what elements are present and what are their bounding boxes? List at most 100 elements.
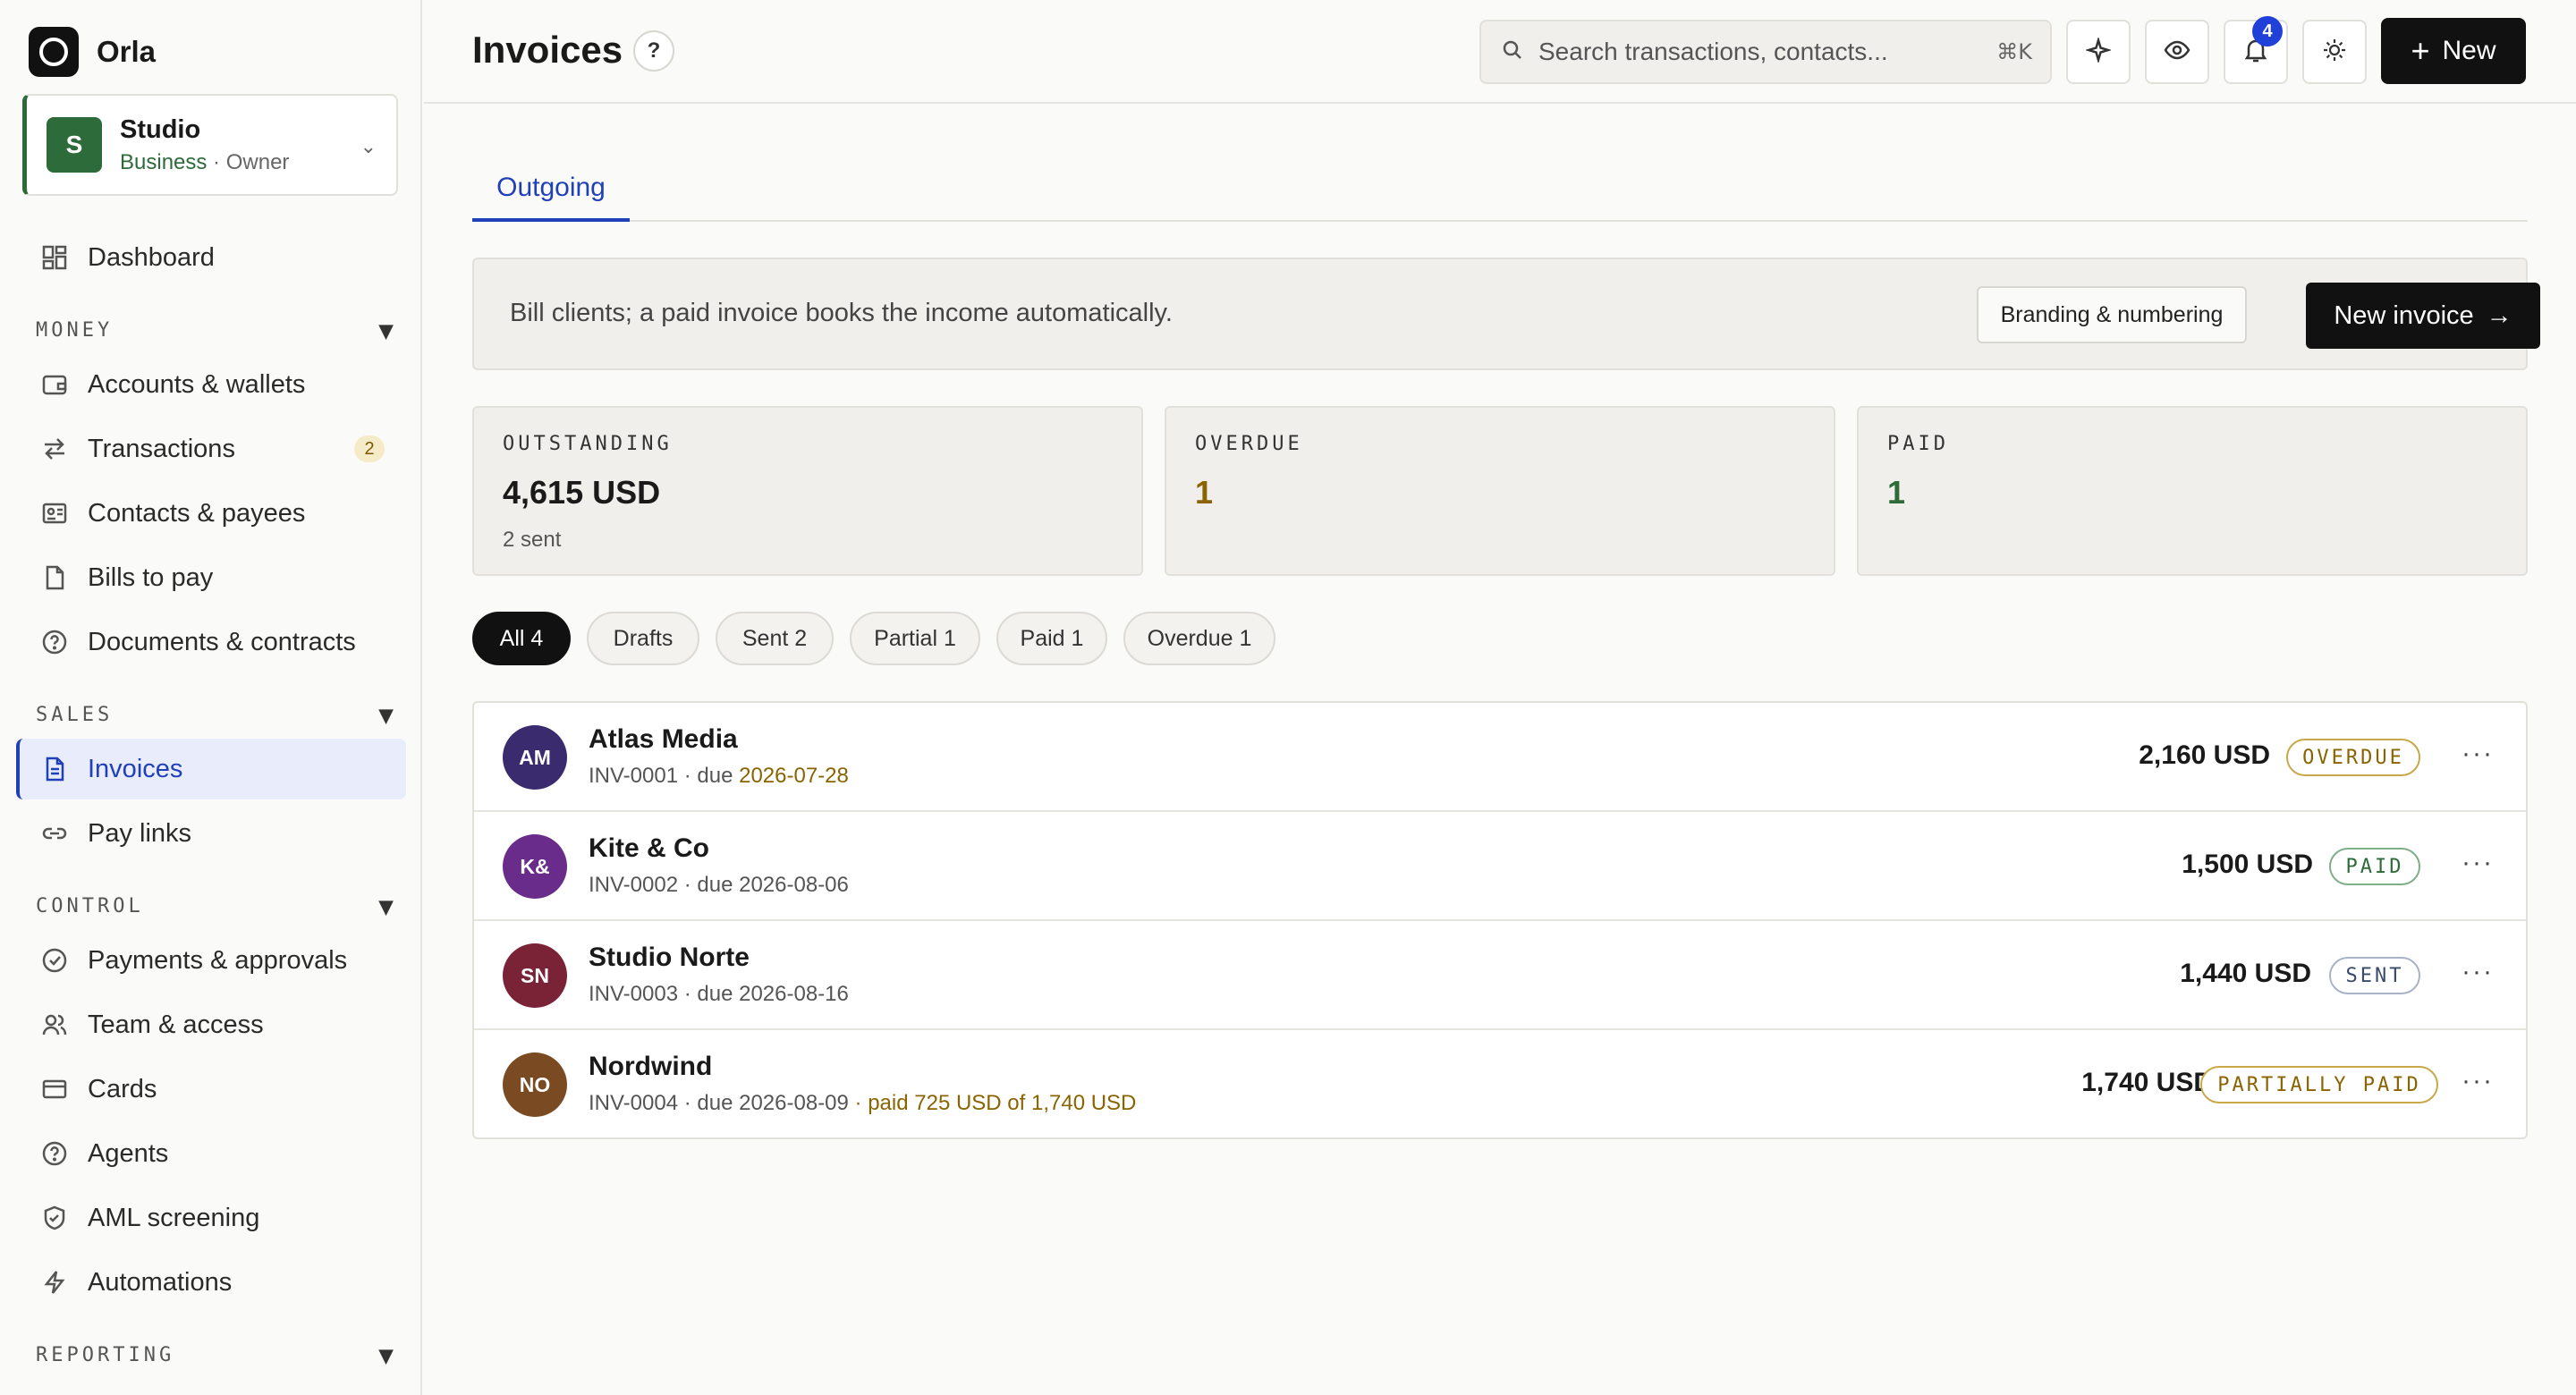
filter-overdue[interactable]: Overdue 1 [1123, 612, 1275, 665]
invoice-row[interactable]: NO Nordwind INV-0004 · due 2026-08-09 · … [474, 1030, 2526, 1139]
sidebar-item-cards[interactable]: Cards [16, 1059, 406, 1120]
help-circle-icon [39, 627, 70, 657]
sidebar-item-label: Agents [88, 1138, 169, 1168]
collapse-triangle-icon: ▼ [378, 700, 394, 730]
transactions-count-badge: 2 [354, 435, 385, 462]
filter-sent[interactable]: Sent 2 [716, 612, 834, 665]
contact-card-icon [39, 498, 70, 528]
filter-drafts[interactable]: Drafts [587, 612, 699, 665]
ai-sparkle-button[interactable] [2066, 20, 2131, 84]
stat-value: 4,615 USD [503, 474, 661, 511]
status-badge: PARTIALLY PAID [2200, 1066, 2438, 1103]
invoice-number: INV-0004 · due [589, 1091, 740, 1115]
theme-toggle-button[interactable] [2302, 20, 2367, 84]
sidebar-item-label: AML screening [88, 1203, 260, 1232]
invoice-number: INV-0002 · due [589, 873, 740, 897]
sidebar-item-aml[interactable]: AML screening [16, 1188, 406, 1248]
more-options-icon[interactable]: ··· [2462, 957, 2494, 987]
sidebar-item-documents[interactable]: Documents & contracts [16, 612, 406, 672]
help-circle-icon [39, 1138, 70, 1169]
sidebar-item-label: Automations [88, 1267, 233, 1297]
sidebar-item-paylinks[interactable]: Pay links [16, 803, 406, 864]
new-button[interactable]: + New [2381, 18, 2526, 84]
sidebar-item-agents[interactable]: Agents [16, 1123, 406, 1184]
invoice-meta: INV-0004 · due 2026-08-09 · paid 725 USD… [589, 1091, 1136, 1116]
main-content: Invoices ? ⌘K 4 + New Outgoing Bill clie… [424, 0, 2576, 1395]
avatar: K& [503, 834, 567, 899]
notifications-button[interactable]: 4 [2224, 16, 2288, 84]
top-bar: Invoices ? ⌘K 4 + New [424, 0, 2576, 104]
sidebar-item-accounts[interactable]: Accounts & wallets [16, 354, 406, 415]
sidebar-item-label: Dashboard [88, 242, 215, 272]
sidebar-item-label: Team & access [88, 1010, 264, 1039]
sidebar-item-bills[interactable]: Bills to pay [16, 547, 406, 608]
sidebar-item-invoices[interactable]: Invoices [16, 739, 406, 799]
section-reporting[interactable]: REPORTING ▼ [36, 1340, 394, 1370]
more-options-icon[interactable]: ··· [2462, 739, 2494, 769]
section-sales[interactable]: SALES ▼ [36, 700, 394, 730]
tab-bar: Outgoing [472, 157, 2528, 222]
visibility-button[interactable] [2145, 20, 2209, 84]
invoice-icon [39, 754, 70, 784]
brand[interactable]: Orla [29, 27, 156, 77]
sidebar-item-payments[interactable]: Payments & approvals [16, 930, 406, 991]
due-date: 2026-08-09 [739, 1091, 849, 1115]
filter-partial[interactable]: Partial 1 [850, 612, 980, 665]
file-icon [39, 562, 70, 593]
more-options-icon[interactable]: ··· [2462, 848, 2494, 878]
new-invoice-button[interactable]: New invoice → [2306, 283, 2540, 349]
due-date: 2026-08-06 [739, 873, 849, 897]
invoice-meta: INV-0001 · due 2026-07-28 [589, 764, 849, 789]
sidebar-item-contacts[interactable]: Contacts & payees [16, 483, 406, 544]
section-control[interactable]: CONTROL ▼ [36, 892, 394, 921]
sidebar-item-label: Payments & approvals [88, 945, 348, 975]
branding-numbering-button[interactable]: Branding & numbering [1977, 286, 2247, 343]
invoice-number: INV-0003 · due [589, 982, 740, 1006]
org-name: Studio [120, 114, 201, 144]
org-role: · Owner [207, 149, 290, 174]
status-badge: SENT [2329, 957, 2420, 994]
section-label: CONTROL [36, 895, 144, 917]
sidebar-item-label: Contacts & payees [88, 498, 306, 528]
org-switcher[interactable]: S Studio Business · Owner ⌄ [22, 94, 398, 196]
invoice-amount: 1,740 USD [2081, 1068, 2213, 1097]
filter-all[interactable]: All 4 [472, 612, 571, 665]
eye-icon [2163, 36, 2191, 69]
sidebar-item-automations[interactable]: Automations [16, 1252, 406, 1313]
help-button[interactable]: ? [633, 30, 674, 72]
sidebar-item-label: Accounts & wallets [88, 369, 306, 399]
sidebar-item-team[interactable]: Team & access [16, 994, 406, 1055]
plus-icon: + [2411, 32, 2430, 69]
sidebar-item-dashboard[interactable]: Dashboard [16, 227, 406, 288]
invoice-row[interactable]: AM Atlas Media INV-0001 · due 2026-07-28… [474, 703, 2526, 812]
invoice-number: INV-0001 · due [589, 764, 740, 788]
sidebar: Orla S Studio Business · Owner ⌄ Dashboa… [0, 0, 422, 1395]
org-avatar: S [47, 117, 102, 173]
check-circle-icon [39, 945, 70, 976]
filter-paid[interactable]: Paid 1 [996, 612, 1107, 665]
tab-outgoing[interactable]: Outgoing [472, 157, 630, 222]
sidebar-item-transactions[interactable]: Transactions 2 [16, 418, 406, 479]
link-icon [39, 818, 70, 849]
sidebar-item-label: Bills to pay [88, 562, 214, 592]
search-box[interactable]: ⌘K [1479, 20, 2052, 84]
chevron-down-icon: ⌄ [360, 135, 377, 157]
page-title: Invoices [472, 29, 623, 71]
more-options-icon[interactable]: ··· [2462, 1066, 2494, 1096]
client-name: Atlas Media [589, 724, 738, 754]
stat-card-overdue: OVERDUE 1 [1165, 406, 1835, 576]
brand-name: Orla [97, 35, 157, 68]
client-name: Nordwind [589, 1052, 713, 1081]
invoice-row[interactable]: K& Kite & Co INV-0002 · due 2026-08-06 1… [474, 812, 2526, 921]
section-money[interactable]: MONEY ▼ [36, 316, 394, 345]
client-name: Kite & Co [589, 833, 709, 863]
due-date: 2026-07-28 [739, 764, 849, 788]
search-input[interactable] [1538, 38, 1986, 66]
invoice-row[interactable]: SN Studio Norte INV-0003 · due 2026-08-1… [474, 921, 2526, 1030]
avatar: AM [503, 725, 567, 790]
arrow-right-icon: → [2486, 300, 2512, 330]
stat-label: OUTSTANDING [503, 433, 673, 455]
search-icon [1501, 38, 1524, 66]
sidebar-item-label: Invoices [88, 754, 183, 783]
new-button-label: New [2442, 36, 2496, 65]
